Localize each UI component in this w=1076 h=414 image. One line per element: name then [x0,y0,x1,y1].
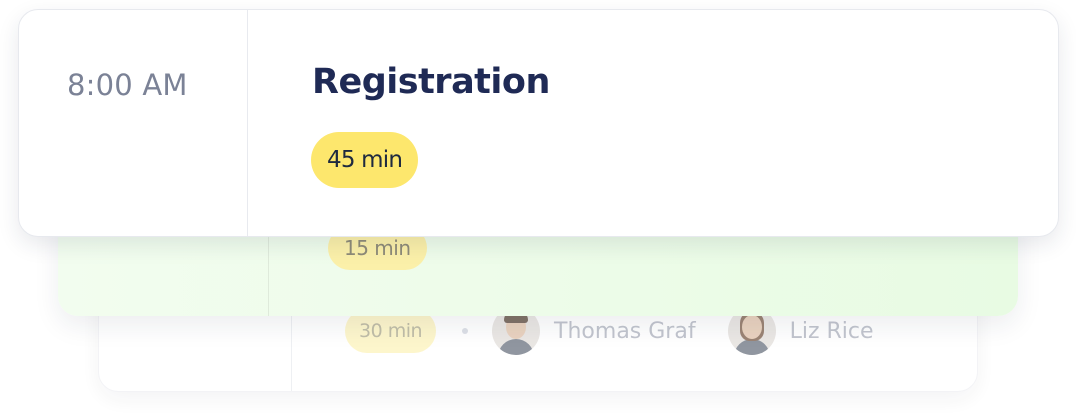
speaker-name: Liz Rice [789,318,874,344]
duration-badge: 45 min [311,132,419,188]
agenda-stack: 30 min Thomas Graf Liz Rice 15 min 8:00 … [0,0,1076,414]
session-title: Registration [312,62,550,102]
separator-dot [462,328,469,334]
speaker-name: Thomas Graf [554,318,696,344]
session-time: 8:00 AM [67,68,188,102]
card-divider [247,10,248,236]
session-card-registration[interactable]: 8:00 AM Registration 45 min [18,9,1059,237]
